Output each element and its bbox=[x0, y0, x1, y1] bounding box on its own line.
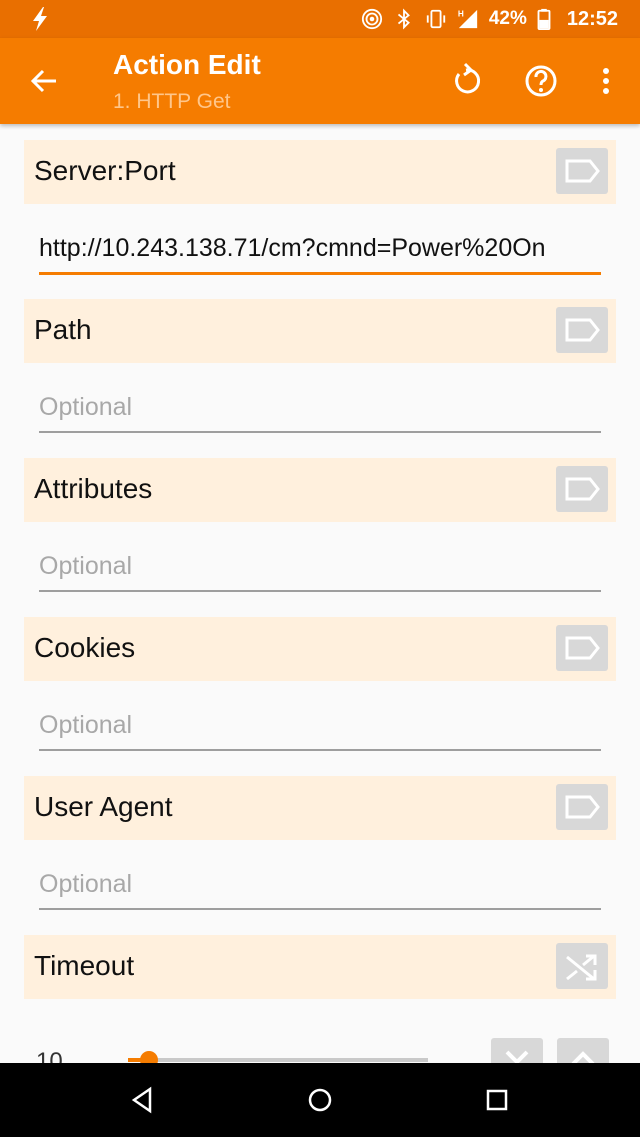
chevron-up-icon bbox=[571, 1051, 595, 1063]
status-bar: H 42% 12:52 bbox=[0, 0, 640, 38]
variable-tag-button[interactable] bbox=[556, 625, 608, 671]
attributes-input[interactable] bbox=[39, 546, 601, 592]
field-label: Cookies bbox=[34, 632, 136, 663]
timeout-slider-track[interactable] bbox=[128, 1058, 428, 1062]
page-subtitle: 1. HTTP Get bbox=[113, 90, 231, 113]
field-label: Attributes bbox=[34, 473, 153, 504]
chevron-down-icon bbox=[505, 1050, 529, 1063]
undo-icon[interactable] bbox=[447, 62, 485, 100]
svg-text:H: H bbox=[458, 9, 464, 18]
server-port-input[interactable] bbox=[39, 228, 601, 275]
clock: 12:52 bbox=[566, 7, 618, 30]
section-path: Path bbox=[24, 299, 616, 363]
flash-icon bbox=[33, 7, 47, 31]
section-server-port: Server:Port bbox=[24, 140, 616, 204]
label-tag-icon bbox=[565, 318, 600, 342]
variable-tag-button[interactable] bbox=[556, 148, 608, 194]
page-title: Action Edit bbox=[113, 49, 261, 80]
field-label: Path bbox=[34, 314, 92, 345]
label-tag-icon bbox=[565, 636, 600, 660]
nav-recents-icon[interactable] bbox=[482, 1085, 512, 1115]
decrement-button[interactable] bbox=[491, 1038, 543, 1063]
timeout-value: 10 bbox=[36, 1048, 63, 1063]
section-attributes: Attributes bbox=[24, 458, 616, 522]
hotspot-icon bbox=[361, 8, 382, 30]
back-arrow-icon[interactable] bbox=[26, 63, 62, 99]
timeout-slider-thumb[interactable] bbox=[140, 1051, 158, 1063]
more-vert-icon[interactable] bbox=[587, 62, 625, 100]
field-label: Server:Port bbox=[34, 155, 176, 186]
label-tag-icon bbox=[565, 159, 600, 183]
label-tag-icon bbox=[565, 477, 600, 501]
section-cookies: Cookies bbox=[24, 617, 616, 681]
path-input[interactable] bbox=[39, 387, 601, 433]
battery-icon bbox=[537, 8, 551, 30]
system-nav-bar bbox=[0, 1063, 640, 1137]
shuffle-button[interactable] bbox=[556, 943, 608, 989]
label-tag-icon bbox=[565, 795, 600, 819]
user-agent-input[interactable] bbox=[39, 864, 601, 910]
action-form: Server:Port Path Attributes Cookies bbox=[0, 124, 640, 1063]
section-timeout: Timeout bbox=[24, 935, 616, 999]
vibrate-icon bbox=[426, 9, 445, 29]
section-user-agent: User Agent bbox=[24, 776, 616, 840]
variable-tag-button[interactable] bbox=[556, 784, 608, 830]
field-label: User Agent bbox=[34, 791, 173, 822]
battery-percent: 42% bbox=[488, 8, 527, 29]
increment-button[interactable] bbox=[557, 1038, 609, 1063]
variable-tag-button[interactable] bbox=[556, 307, 608, 353]
signal-icon: H bbox=[458, 9, 477, 29]
shuffle-icon bbox=[566, 954, 597, 981]
nav-home-icon[interactable] bbox=[305, 1085, 335, 1115]
help-icon[interactable] bbox=[522, 62, 560, 100]
cookies-input[interactable] bbox=[39, 705, 601, 751]
app-bar: Action Edit 1. HTTP Get bbox=[0, 38, 640, 124]
variable-tag-button[interactable] bbox=[556, 466, 608, 512]
timeout-slider-row: 10 bbox=[0, 1024, 640, 1063]
bluetooth-icon bbox=[397, 8, 410, 30]
field-label: Timeout bbox=[34, 950, 135, 981]
nav-back-icon[interactable] bbox=[128, 1085, 158, 1115]
